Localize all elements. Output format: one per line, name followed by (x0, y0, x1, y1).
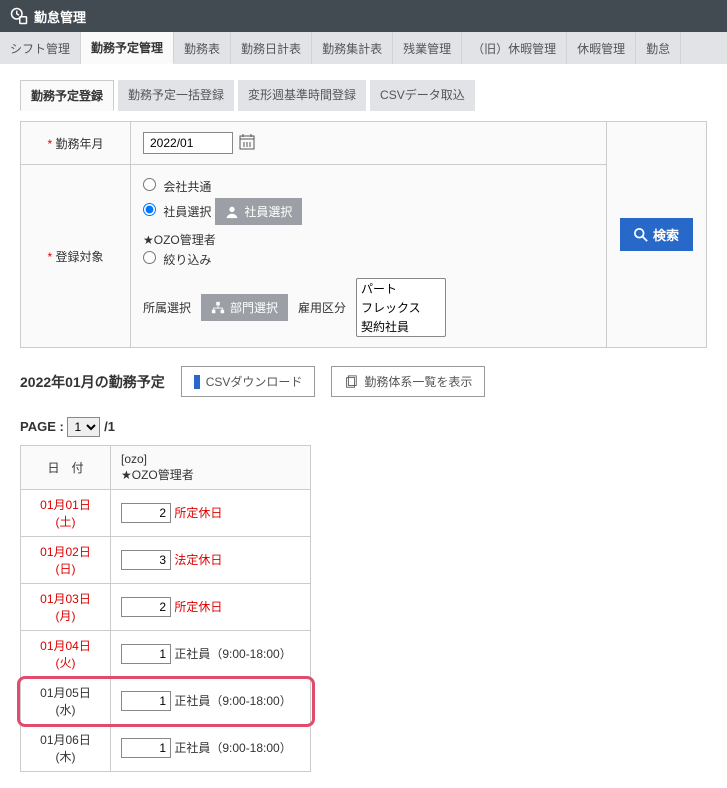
schedule-code-input[interactable] (121, 738, 171, 758)
pattern-list-button[interactable]: 勤務体系一覧を表示 (331, 366, 485, 397)
radio-company[interactable]: 会社共通 (143, 178, 211, 195)
status-cell: 法定休日 (111, 537, 311, 584)
date-cell: 01月05日 (水) (21, 678, 111, 725)
date-cell: 01月02日 (日) (21, 537, 111, 584)
org-icon (211, 301, 225, 315)
col-ozo: [ozo] ★OZO管理者 (111, 446, 311, 490)
csv-download-button[interactable]: CSVダウンロード (181, 366, 316, 397)
schedule-code-input[interactable] (121, 691, 171, 711)
table-row: 01月05日 (水) 正社員（9:00-18:00） (21, 678, 311, 725)
table-row: 01月04日 (火) 正社員（9:00-18:00） (21, 631, 311, 678)
dept-select-button[interactable]: 部門選択 (201, 294, 288, 321)
main-tab[interactable]: 勤務日計表 (231, 32, 312, 64)
table-row: 01月02日 (日) 法定休日 (21, 537, 311, 584)
main-tab[interactable]: 残業管理 (393, 32, 462, 64)
status-cell: 正社員（9:00-18:00） (111, 631, 311, 678)
status-cell: 所定休日 (111, 490, 311, 537)
app-title: 勤怠管理 (34, 7, 86, 26)
search-form: 勤務年月 検索 登録対象 会社共通 社員選択 (20, 121, 707, 348)
main-tab[interactable]: 勤務表 (174, 32, 231, 64)
emptype-label: 雇用区分 (298, 299, 346, 316)
main-tab[interactable]: （旧）休暇管理 (462, 32, 567, 64)
list-title: 2022年01月の勤務予定 (20, 372, 165, 392)
date-cell: 01月01日 (土) (21, 490, 111, 537)
role-star: ★OZO管理者 (143, 231, 594, 248)
radio-employee[interactable]: 社員選択 (143, 203, 211, 220)
schedule-code-input[interactable] (121, 597, 171, 617)
schedule-table: 日 付 [ozo] ★OZO管理者 01月01日 (土) 所定休日01月02日 … (20, 445, 311, 772)
table-row: 01月06日 (木) 正社員（9:00-18:00） (21, 725, 311, 772)
dept-label: 所属選択 (143, 299, 191, 316)
col-date: 日 付 (21, 446, 111, 490)
main-tab[interactable]: 休暇管理 (567, 32, 636, 64)
status-cell: 正社員（9:00-18:00） (111, 678, 311, 725)
main-tab[interactable]: シフト管理 (0, 32, 81, 64)
page-select[interactable]: 1 (67, 417, 100, 437)
calendar-button[interactable] (239, 134, 255, 153)
search-icon (634, 228, 648, 242)
employee-select-button[interactable]: 社員選択 (215, 198, 302, 225)
schedule-code-input[interactable] (121, 503, 171, 523)
schedule-code-input[interactable] (121, 644, 171, 664)
bluebar-icon (194, 375, 200, 389)
main-tab[interactable]: 勤務集計表 (312, 32, 393, 64)
date-cell: 01月04日 (火) (21, 631, 111, 678)
app-header: 勤怠管理 (0, 0, 727, 32)
sub-tab[interactable]: 勤務予定一括登録 (118, 80, 234, 111)
table-row: 01月03日 (月) 所定休日 (21, 584, 311, 631)
app-logo: 勤怠管理 (0, 7, 96, 26)
status-cell: 所定休日 (111, 584, 311, 631)
sub-tab[interactable]: 変形週基準時間登録 (238, 80, 366, 111)
person-icon (225, 205, 239, 219)
month-input[interactable] (143, 132, 233, 154)
pager: PAGE : 1 /1 (20, 417, 707, 437)
month-label: 勤務年月 (47, 137, 103, 151)
date-cell: 01月06日 (木) (21, 725, 111, 772)
emptype-select[interactable]: パートフレックス契約社員 (356, 278, 446, 337)
copy-icon (344, 375, 358, 389)
clock-icon (10, 7, 28, 25)
table-row: 01月01日 (土) 所定休日 (21, 490, 311, 537)
calendar-icon (239, 134, 255, 150)
status-cell: 正社員（9:00-18:00） (111, 725, 311, 772)
target-label: 登録対象 (47, 250, 103, 264)
main-tabbar: シフト管理勤務予定管理勤務表勤務日計表勤務集計表残業管理（旧）休暇管理休暇管理勤… (0, 32, 727, 64)
sub-tab[interactable]: 勤務予定登録 (20, 80, 114, 111)
radio-filter[interactable]: 絞り込み (143, 251, 211, 268)
main-tab[interactable]: 勤務予定管理 (81, 32, 174, 64)
main-tab[interactable]: 勤怠 (636, 32, 681, 64)
sub-tabbar: 勤務予定登録勤務予定一括登録変形週基準時間登録CSVデータ取込 (20, 80, 707, 111)
date-cell: 01月03日 (月) (21, 584, 111, 631)
search-button[interactable]: 検索 (620, 218, 693, 251)
sub-tab[interactable]: CSVデータ取込 (370, 80, 475, 111)
schedule-code-input[interactable] (121, 550, 171, 570)
